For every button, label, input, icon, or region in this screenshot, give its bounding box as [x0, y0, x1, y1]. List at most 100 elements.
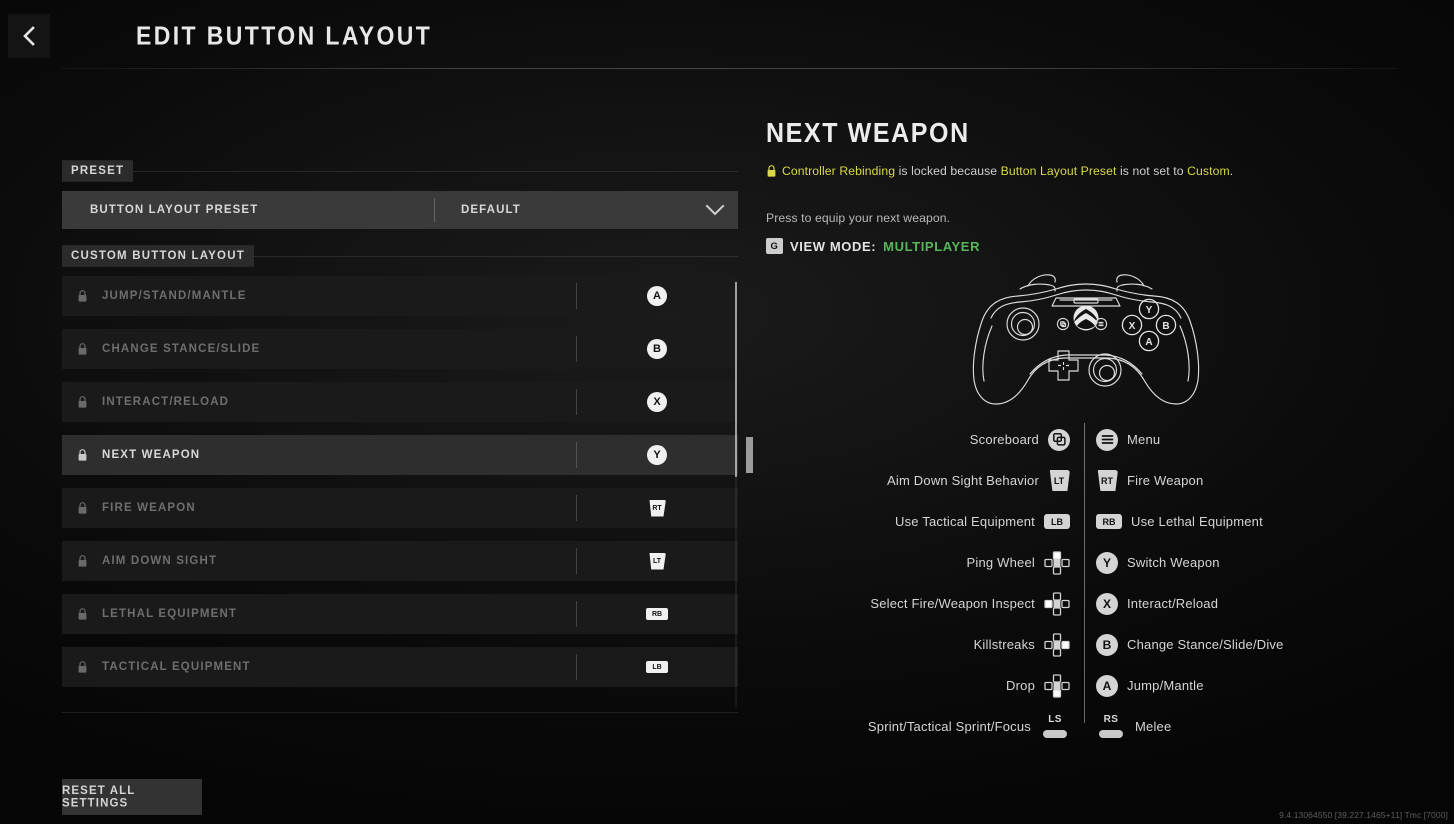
- legend-right-entry: RB Use Lethal Equipment: [1074, 514, 1386, 529]
- svg-text:A: A: [1145, 337, 1152, 348]
- dpad-right-icon: [1044, 632, 1070, 657]
- legend-left-entry: Drop: [766, 673, 1074, 698]
- legend-right-entry: Menu: [1074, 428, 1386, 451]
- binding-row[interactable]: INTERACT/RELOAD X: [62, 382, 738, 422]
- bumper-lb-icon: LB: [1044, 514, 1070, 529]
- legend-right-entry: Y Switch Weapon: [1074, 551, 1386, 574]
- binding-badge: B: [576, 339, 738, 359]
- button-layout-preset-row[interactable]: BUTTON LAYOUT PRESET DEFAULT: [62, 191, 738, 229]
- trigger-rt-icon: RT: [1097, 470, 1118, 491]
- locked-warning-text-3: .: [1229, 164, 1234, 178]
- button-layout-preset-label: BUTTON LAYOUT PRESET: [90, 203, 259, 217]
- svg-text:X: X: [1129, 321, 1136, 332]
- lock-indicator: [62, 395, 102, 409]
- stick-rs-icon: RS: [1096, 714, 1126, 739]
- legend-right-entry: X Interact/Reload: [1074, 592, 1386, 615]
- legend-row: Ping Wheel Y Switch Weapon: [766, 542, 1406, 583]
- legend-left-label: Killstreaks: [973, 637, 1035, 652]
- binding-badge: Y: [576, 445, 738, 465]
- list-scrollbar-thumb[interactable]: [735, 282, 737, 477]
- legend-right-label: Interact/Reload: [1127, 596, 1219, 611]
- lock-icon: [78, 290, 86, 302]
- legend-row: Killstreaks B Change Stance/Slide/Dive: [766, 624, 1406, 665]
- bumper-rb-icon: RB: [1096, 514, 1122, 529]
- binding-name: FIRE WEAPON: [102, 501, 196, 515]
- face-button-x-icon: X: [1096, 592, 1118, 615]
- back-button[interactable]: [8, 14, 50, 58]
- preset-section-header: PRESET: [62, 160, 738, 182]
- binding-name: CHANGE STANCE/SLIDE: [102, 342, 261, 356]
- binding-row[interactable]: JUMP/STAND/MANTLE A: [62, 276, 738, 316]
- trigger-lt-icon: LT: [1049, 470, 1070, 491]
- locked-warning: Controller Rebinding is locked because B…: [766, 163, 1406, 179]
- xbox-controller-diagram: Y B X A: [766, 266, 1406, 411]
- locked-warning-text-1: is locked because: [895, 164, 1001, 178]
- legend-left-entry: Killstreaks: [766, 632, 1074, 657]
- button-badge-b: B: [647, 339, 667, 359]
- page-title: EDIT BUTTON LAYOUT: [136, 21, 433, 51]
- lock-icon: [78, 502, 86, 514]
- row-separator: [576, 548, 577, 574]
- legend-row: Select Fire/Weapon Inspect X Interact/Relo…: [766, 583, 1406, 624]
- legend-right-entry: RS Melee: [1074, 714, 1386, 739]
- legend-left-entry: Aim Down Sight Behavior LT: [766, 470, 1074, 491]
- legend-right-label: Use Lethal Equipment: [1131, 514, 1263, 529]
- binding-badge: LB: [576, 661, 738, 673]
- reset-all-settings-button[interactable]: RESET ALL SETTINGS: [62, 779, 202, 815]
- locked-warning-text-2: is not set to: [1116, 164, 1188, 178]
- locked-warning-term-2: Button Layout Preset: [1000, 164, 1117, 178]
- binding-row[interactable]: LETHAL EQUIPMENT RB: [62, 594, 738, 634]
- locked-warning-term-1: Controller Rebinding: [782, 164, 896, 178]
- settings-panel: PRESET BUTTON LAYOUT PRESET DEFAULT CUST…: [62, 160, 753, 700]
- dpad-up-icon: [1044, 550, 1070, 575]
- row-separator: [576, 389, 577, 415]
- row-separator: [576, 442, 577, 468]
- legend-left-label: Drop: [1006, 678, 1035, 693]
- detail-panel: NEXT WEAPON Controller Rebinding is lock…: [766, 118, 1406, 747]
- legend-divider: [1084, 423, 1085, 723]
- legend-row: Use Tactical Equipment LB RB Use Lethal Equ…: [766, 501, 1406, 542]
- preset-section-label: PRESET: [62, 160, 134, 182]
- legend-left-label: Aim Down Sight Behavior: [887, 473, 1039, 488]
- legend-left-entry: Use Tactical Equipment LB: [766, 514, 1074, 529]
- binding-row[interactable]: TACTICAL EQUIPMENT LB: [62, 647, 738, 687]
- legend-right-label: Fire Weapon: [1127, 473, 1204, 488]
- lock-icon: [78, 396, 86, 408]
- lock-icon: [767, 165, 776, 177]
- button-badge-rt: RT: [649, 499, 666, 517]
- section-rule: [62, 171, 738, 172]
- binding-name: INTERACT/RELOAD: [102, 395, 230, 409]
- binding-row[interactable]: CHANGE STANCE/SLIDE B: [62, 329, 738, 369]
- binding-name: LETHAL EQUIPMENT: [102, 607, 238, 621]
- legend-left-entry: Scoreboard: [766, 428, 1074, 451]
- legend-rows: Scoreboard Menu Aim Down Sight Behavior LT R…: [766, 419, 1406, 747]
- legend-right-label: Menu: [1127, 432, 1161, 447]
- view-mode-value: MULTIPLAYER: [883, 238, 981, 254]
- legend-right-label: Jump/Mantle: [1127, 678, 1204, 693]
- g-key-badge[interactable]: G: [766, 238, 783, 254]
- legend-right-entry: RT Fire Weapon: [1074, 470, 1386, 491]
- controller-legend: Scoreboard Menu Aim Down Sight Behavior LT R…: [766, 419, 1406, 747]
- lock-icon: [78, 661, 86, 673]
- binding-row[interactable]: NEXT WEAPON Y: [62, 435, 753, 475]
- legend-left-label: Ping Wheel: [966, 555, 1035, 570]
- legend-left-label: Use Tactical Equipment: [894, 514, 1035, 529]
- view-icon: [1048, 428, 1070, 451]
- chevron-down-icon[interactable]: [692, 204, 738, 216]
- locked-warning-term-3: Custom: [1187, 164, 1230, 178]
- selection-marker: [746, 437, 753, 473]
- row-separator: [576, 336, 577, 362]
- lock-icon: [78, 449, 86, 461]
- lock-indicator: [62, 448, 102, 462]
- button-badge-rb: RB: [646, 608, 668, 620]
- button-badge-y: Y: [647, 445, 667, 465]
- legend-right-label: Melee: [1135, 719, 1172, 734]
- lock-icon: [78, 343, 86, 355]
- binding-row[interactable]: FIRE WEAPON RT: [62, 488, 738, 528]
- list-bottom-divider: [62, 712, 738, 713]
- stick-ls-icon: LS: [1040, 714, 1070, 739]
- legend-row: Drop A Jump/Mantle: [766, 665, 1406, 706]
- binding-name: AIM DOWN SIGHT: [102, 554, 218, 568]
- binding-row[interactable]: AIM DOWN SIGHT LT: [62, 541, 738, 581]
- binding-name: TACTICAL EQUIPMENT: [102, 660, 251, 674]
